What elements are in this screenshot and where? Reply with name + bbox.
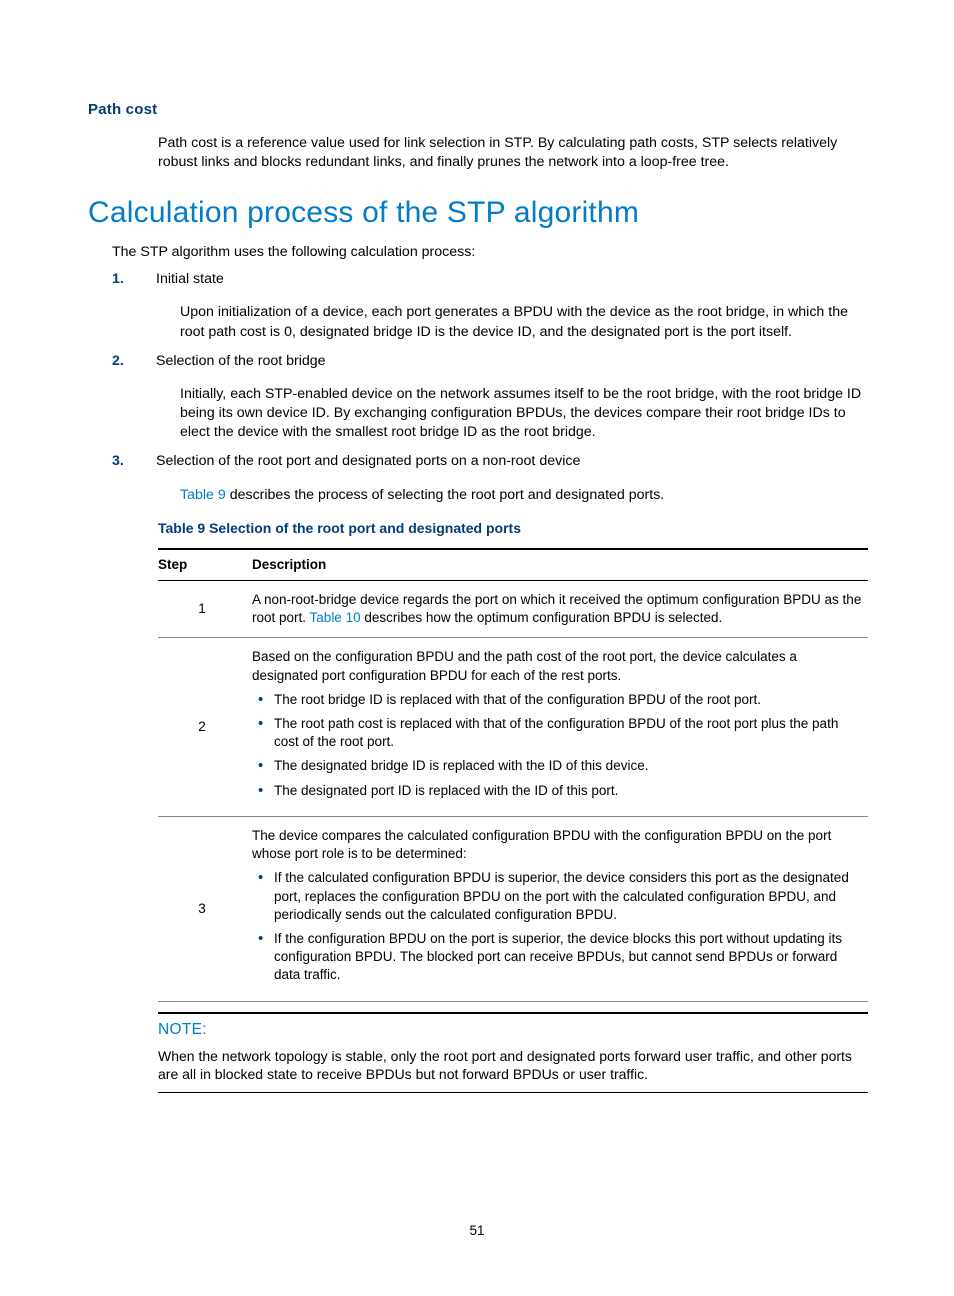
- note-block: NOTE: When the network topology is stabl…: [158, 1012, 868, 1094]
- link-table-9[interactable]: Table 9: [180, 487, 226, 503]
- row2-lead: Based on the configuration BPDU and the …: [252, 648, 862, 684]
- table-cell-step: 2: [158, 638, 252, 817]
- row3-bullets: If the calculated configuration BPDU is …: [252, 869, 862, 984]
- table-row: 1 A non-root-bridge device regards the p…: [158, 580, 868, 637]
- list-item-title: Selection of the root port and designate…: [156, 452, 866, 471]
- calc-intro: The STP algorithm uses the following cal…: [112, 243, 866, 262]
- table-cell-description: A non-root-bridge device regards the por…: [252, 580, 868, 637]
- table-cell-description: The device compares the calculated confi…: [252, 816, 868, 1001]
- bullet-item: The designated port ID is replaced with …: [252, 782, 862, 800]
- list-item-title: Selection of the root bridge: [156, 352, 866, 371]
- note-body: When the network topology is stable, onl…: [158, 1047, 868, 1085]
- list-item-detail-text: describes the process of selecting the r…: [226, 487, 665, 503]
- table-header-step: Step: [158, 549, 252, 581]
- table-row: 2 Based on the configuration BPDU and th…: [158, 638, 868, 817]
- row1-text-after: describes how the optimum configuration …: [361, 610, 723, 625]
- list-number: 2.: [112, 352, 156, 379]
- link-table-10[interactable]: Table 10: [310, 610, 361, 625]
- note-label: NOTE:: [158, 1020, 868, 1041]
- list-item-detail: Upon initialization of a device, each po…: [180, 303, 866, 341]
- table-9-caption: Table 9 Selection of the root port and d…: [158, 519, 866, 538]
- row2-bullets: The root bridge ID is replaced with that…: [252, 691, 862, 800]
- table-9: Step Description 1 A non-root-bridge dev…: [158, 548, 868, 1002]
- bullet-item: The root path cost is replaced with that…: [252, 715, 862, 751]
- list-item-title: Initial state: [156, 270, 866, 289]
- table-row: 3 The device compares the calculated con…: [158, 816, 868, 1001]
- heading-path-cost: Path cost: [88, 100, 866, 120]
- bullet-item: If the configuration BPDU on the port is…: [252, 930, 862, 985]
- table-cell-step: 3: [158, 816, 252, 1001]
- path-cost-paragraph: Path cost is a reference value used for …: [158, 134, 866, 172]
- heading-calculation-process: Calculation process of the STP algorithm: [88, 193, 866, 234]
- row3-lead: The device compares the calculated confi…: [252, 827, 862, 863]
- calc-steps-list: 1. Initial state Upon initialization of …: [112, 270, 866, 505]
- bullet-item: If the calculated configuration BPDU is …: [252, 869, 862, 924]
- table-header-description: Description: [252, 549, 868, 581]
- bullet-item: The root bridge ID is replaced with that…: [252, 691, 862, 709]
- list-item-detail: Initially, each STP-enabled device on th…: [180, 385, 866, 443]
- list-item-detail: Table 9 describes the process of selecti…: [180, 486, 866, 505]
- table-cell-description: Based on the configuration BPDU and the …: [252, 638, 868, 817]
- page: Path cost Path cost is a reference value…: [0, 0, 954, 1296]
- list-number: 1.: [112, 270, 156, 297]
- list-item: 1. Initial state: [112, 270, 866, 297]
- list-item: 3. Selection of the root port and design…: [112, 452, 866, 479]
- page-number: 51: [0, 1222, 954, 1240]
- bullet-item: The designated bridge ID is replaced wit…: [252, 757, 862, 775]
- list-item: 2. Selection of the root bridge: [112, 352, 866, 379]
- table-cell-step: 1: [158, 580, 252, 637]
- list-number: 3.: [112, 452, 156, 479]
